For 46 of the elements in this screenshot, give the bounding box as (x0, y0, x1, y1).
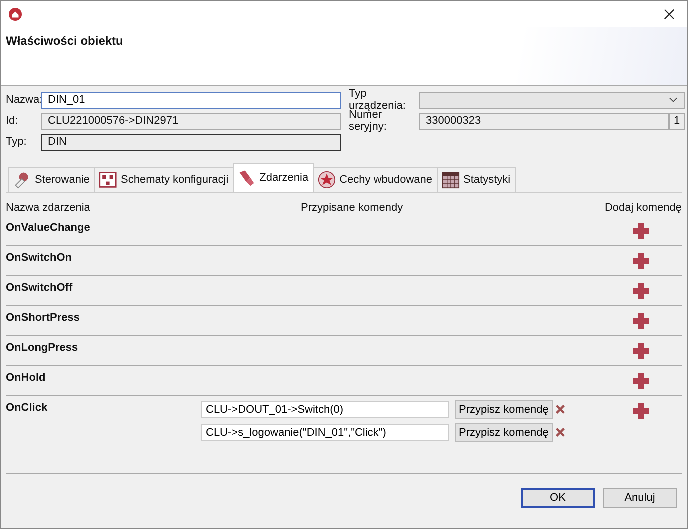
hand-icon (13, 171, 31, 189)
delete-icon[interactable] (554, 427, 566, 438)
assign-command-button[interactable]: Przypisz komendę (455, 400, 553, 419)
field-label: Typ urządzenia: (349, 88, 407, 112)
column-header: Nazwa zdarzenia (6, 202, 92, 216)
add-icon[interactable] (632, 372, 650, 390)
add-icon[interactable] (632, 402, 650, 420)
close-icon[interactable] (664, 8, 675, 20)
field-label: Nazwa: (6, 94, 41, 106)
dialog-button[interactable]: Anuluj (603, 488, 677, 508)
event-name: OnSwitchOn (6, 252, 73, 264)
serial-field[interactable]: 330000323 (419, 112, 669, 130)
assign-command-button[interactable]: Przypisz komendę (455, 423, 553, 442)
calendar-icon (442, 171, 460, 189)
name-field[interactable]: DIN_01 (41, 92, 341, 108)
event-name: OnShortPress (6, 312, 81, 324)
tab[interactable]: Sterowanie (8, 167, 96, 192)
event-name: OnLongPress (6, 342, 80, 354)
field-label: Id: (6, 115, 20, 127)
schema-icon (99, 171, 118, 189)
command-field[interactable]: CLU->DOUT_01->Switch(0) (201, 401, 449, 418)
delete-icon[interactable] (554, 404, 566, 415)
column-header: Dodaj komendę (604, 202, 682, 216)
app-icon (9, 8, 22, 20)
event-name: OnSwitchOff (6, 282, 74, 294)
add-icon[interactable] (632, 252, 650, 270)
add-icon[interactable] (632, 222, 650, 240)
dialog-button[interactable]: OK (521, 488, 595, 508)
add-icon[interactable] (632, 342, 650, 360)
column-header: Przypisane komendy (301, 202, 404, 216)
field-label: Typ: (6, 136, 28, 148)
tab[interactable]: Statystyki (436, 167, 516, 192)
window-title: Właściwości obiektu (5, 33, 124, 50)
add-icon[interactable] (632, 282, 650, 300)
brush-icon (238, 169, 256, 187)
event-name: OnHold (6, 372, 47, 384)
chevron-down-icon (669, 97, 678, 103)
id-field[interactable]: CLU221000576->DIN2971 (41, 112, 341, 130)
event-name: OnClick (6, 402, 49, 414)
field-label: Numer seryjny: (349, 109, 387, 133)
event-name: OnValueChange (6, 222, 92, 234)
type-field[interactable]: DIN (41, 134, 341, 150)
tab[interactable]: Zdarzenia (232, 163, 314, 192)
serial-index-field[interactable]: 1 (669, 112, 685, 130)
command-field[interactable]: CLU->s_logowanie("DIN_01","Click") (201, 424, 449, 441)
add-icon[interactable] (632, 312, 650, 330)
